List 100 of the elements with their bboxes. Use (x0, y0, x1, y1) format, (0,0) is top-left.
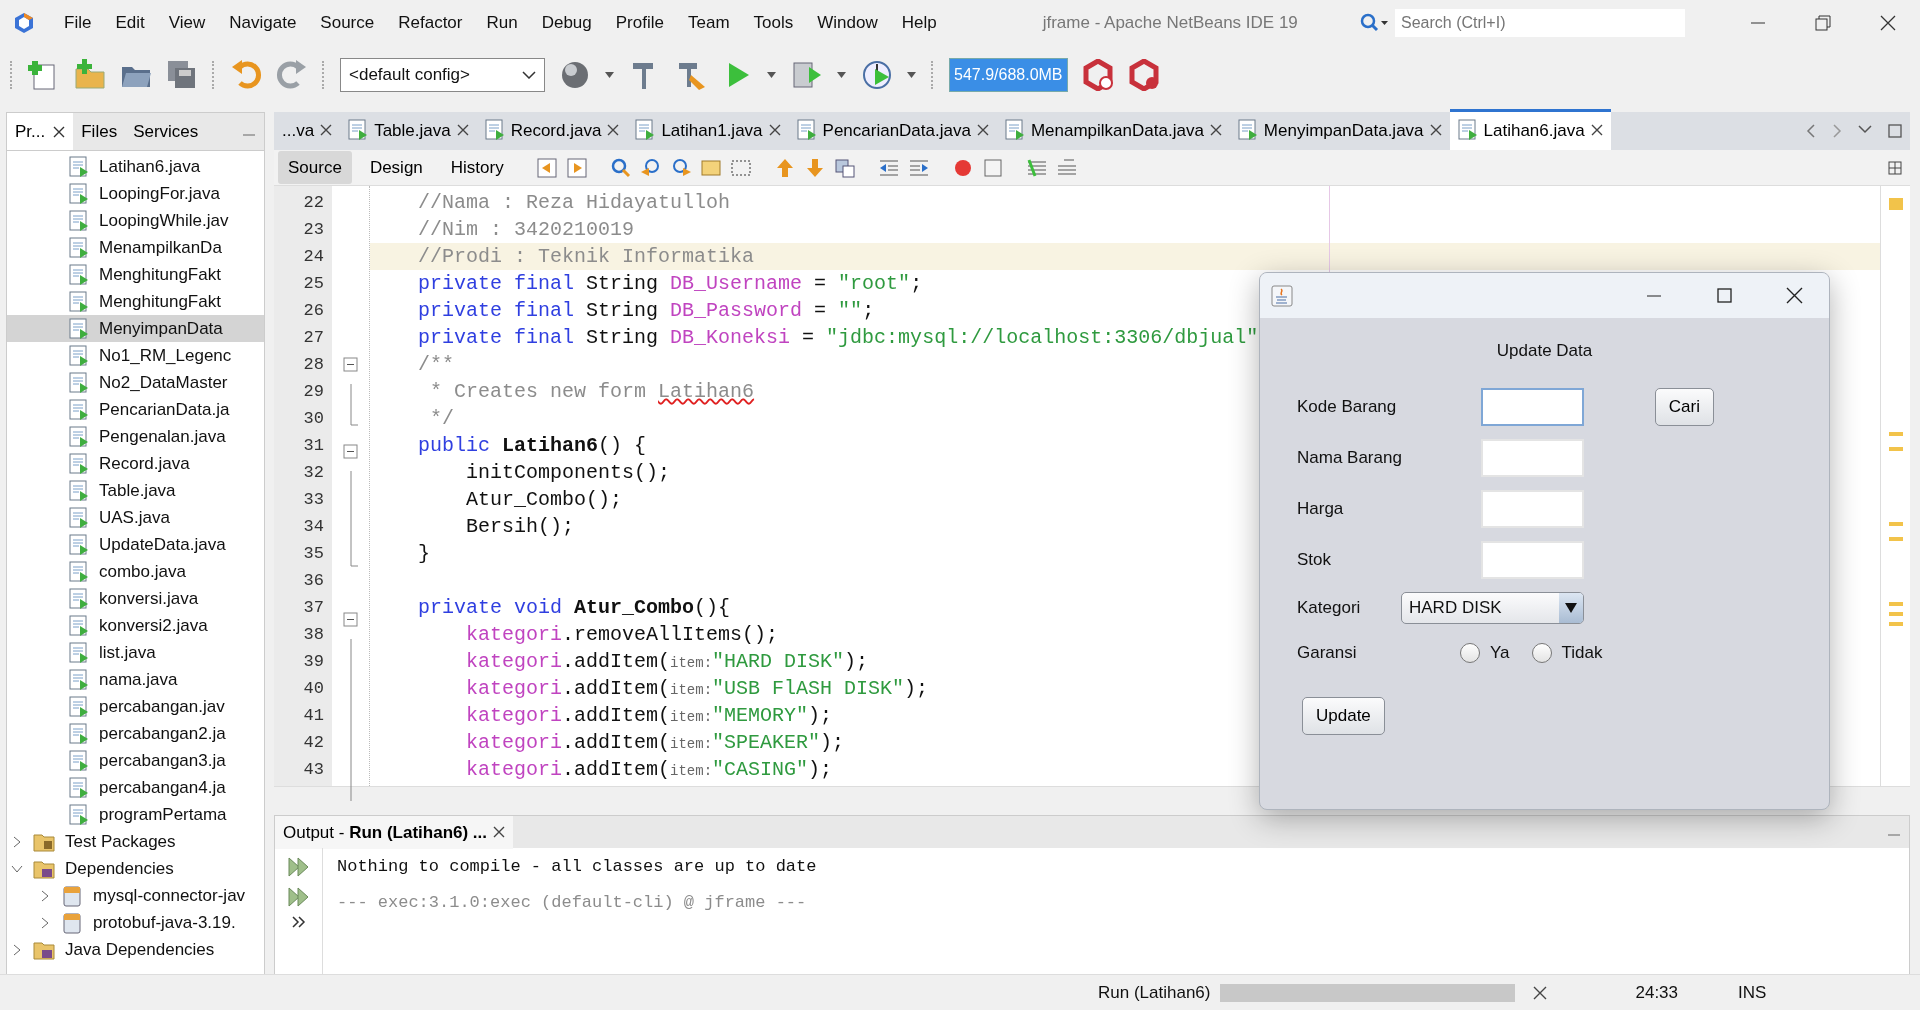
toggle-bookmark-icon[interactable] (833, 156, 856, 179)
radio-button[interactable] (1531, 643, 1552, 663)
panel-tab[interactable]: Services (125, 113, 207, 151)
collapse-icon[interactable] (343, 612, 358, 628)
tree-item[interactable]: Test Packages (7, 828, 264, 855)
editor-tab[interactable]: Latihan1.java (627, 108, 789, 150)
tree-item[interactable]: mysql-connector-jav (7, 882, 264, 909)
tree-item[interactable]: nama.java (7, 666, 264, 693)
gc-stop-icon[interactable] (1127, 59, 1160, 91)
menu-item[interactable]: Source (308, 5, 387, 40)
close-icon[interactable] (1429, 124, 1442, 137)
editor-tab[interactable]: Record.java (476, 108, 628, 150)
tree-item[interactable]: LoopingWhile.jav (7, 207, 264, 234)
caret-icon[interactable] (907, 71, 917, 79)
more-icon[interactable] (291, 916, 306, 929)
tree-item[interactable]: Table.java (7, 477, 264, 504)
panel-tab[interactable]: Pr... (7, 113, 74, 151)
scroll-right-icon[interactable] (1832, 124, 1842, 138)
radio-button[interactable] (1460, 643, 1480, 663)
output-tab[interactable]: Output - Run (Latihan6) ... (275, 815, 514, 850)
search-field[interactable]: Search (Ctrl+I) (1395, 8, 1685, 37)
tree-item[interactable]: MenampilkanDa (7, 234, 264, 261)
close-icon[interactable] (1590, 124, 1603, 137)
scroll-left-icon[interactable] (1806, 124, 1816, 138)
dropdown-icon[interactable] (1858, 124, 1872, 134)
tree-item[interactable]: Java Dependencies (7, 936, 264, 963)
menu-item[interactable]: Window (805, 5, 890, 40)
collapse-icon[interactable] (343, 357, 358, 373)
editor-tab[interactable]: MenampilkanData.java (996, 108, 1230, 150)
menu-item[interactable]: Profile (603, 5, 676, 40)
menu-item[interactable]: Edit (103, 5, 157, 40)
tree-item[interactable]: Latihan6.java (7, 153, 264, 180)
caret-icon[interactable] (837, 71, 847, 79)
close-icon[interactable] (768, 124, 781, 137)
redo-icon[interactable] (276, 59, 308, 91)
tree-item[interactable]: programPertama (7, 801, 264, 828)
undo-icon[interactable] (230, 59, 262, 91)
debug-icon[interactable] (791, 59, 823, 91)
editor-tab[interactable]: PencarianData.java (788, 108, 997, 150)
tree-item[interactable]: MenyimpanData (7, 315, 264, 342)
editor-tab[interactable]: Table.java (340, 108, 477, 150)
rerun-icon[interactable] (287, 856, 310, 879)
tree-item[interactable]: protobuf-java-3.19. (7, 909, 264, 936)
close-icon[interactable] (493, 826, 506, 839)
category-dropdown[interactable]: HARD DISK (1401, 592, 1584, 624)
menu-item[interactable]: File (52, 5, 104, 40)
find-previous-icon[interactable] (639, 156, 662, 179)
close-icon[interactable] (320, 124, 333, 137)
menu-item[interactable]: Team (675, 5, 742, 40)
tree-item[interactable]: No1_RM_Legenc (7, 342, 264, 369)
back-icon[interactable] (535, 156, 558, 179)
caret-icon[interactable] (767, 71, 777, 79)
rerun-icon[interactable] (287, 886, 310, 909)
tree-item[interactable]: UAS.java (7, 504, 264, 531)
editor-tab[interactable]: ...va (274, 108, 341, 150)
save-all-icon[interactable] (166, 59, 198, 91)
menu-item[interactable]: Tools (741, 5, 806, 40)
panel-tab[interactable]: Files (73, 113, 126, 151)
view-tab[interactable]: History (440, 150, 514, 185)
tree-item[interactable]: UpdateData.java (7, 531, 264, 558)
close-icon[interactable] (53, 125, 66, 138)
caret-icon[interactable] (605, 71, 615, 79)
menu-item[interactable]: Debug (529, 5, 604, 40)
tree-item[interactable]: percabangan4.ja (7, 774, 264, 801)
update-button[interactable]: Update (1302, 697, 1385, 735)
tree-item[interactable]: MenghitungFakt (7, 288, 264, 315)
cancel-icon[interactable] (1533, 985, 1548, 1000)
tree-item[interactable]: LoopingFor.java (7, 180, 264, 207)
globe-icon[interactable] (559, 59, 591, 91)
tree-item[interactable]: percabangan3.ja (7, 747, 264, 774)
tree-item[interactable]: Record.java (7, 450, 264, 477)
search-button[interactable]: Cari (1654, 388, 1714, 426)
view-tab[interactable]: Design (359, 150, 433, 185)
menu-item[interactable]: Refactor (386, 5, 475, 40)
close-icon[interactable] (976, 124, 989, 137)
menu-item[interactable]: Run (474, 5, 530, 40)
tree-item[interactable]: No2_DataMaster (7, 369, 264, 396)
gc-icon[interactable] (1081, 59, 1114, 91)
tree-item[interactable]: combo.java (7, 558, 264, 585)
menu-item[interactable]: Navigate (217, 5, 309, 40)
editor-tab[interactable]: MenyimpanData.java (1229, 108, 1450, 150)
search-icon[interactable] (609, 156, 632, 179)
collapse-icon[interactable] (343, 444, 358, 460)
editor-tab[interactable]: Latihan6.java (1449, 108, 1611, 150)
split-view-icon[interactable] (1888, 160, 1902, 175)
tree-item[interactable]: Dependencies (7, 855, 264, 882)
menu-item[interactable]: Help (889, 5, 949, 40)
view-tab[interactable]: Source (278, 150, 352, 185)
close-icon[interactable] (607, 124, 620, 137)
tree-item[interactable]: Pengenalan.java (7, 423, 264, 450)
input-field[interactable] (1481, 388, 1584, 426)
tree-item[interactable]: PencarianData.ja (7, 396, 264, 423)
search-icon[interactable] (1359, 11, 1389, 34)
tree-item[interactable]: konversi.java (7, 585, 264, 612)
tree-item[interactable]: list.java (7, 639, 264, 666)
tree-item[interactable]: konversi2.java (7, 612, 264, 639)
menu-item[interactable]: View (156, 5, 218, 40)
close-icon[interactable] (456, 124, 469, 137)
forward-icon[interactable] (565, 156, 588, 179)
maximize-icon[interactable] (1888, 124, 1902, 138)
